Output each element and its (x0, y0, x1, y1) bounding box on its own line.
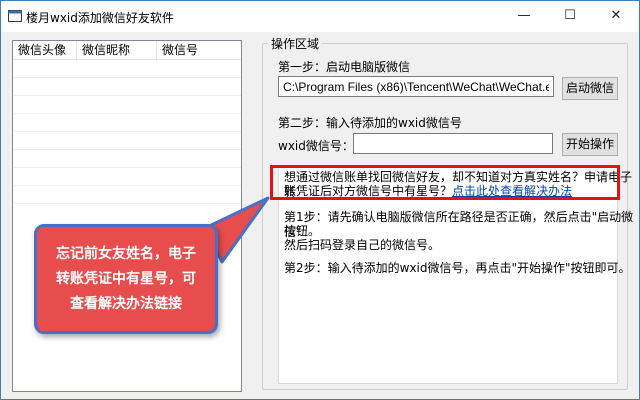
callout-text: 忘记前女友姓名，电子 转账凭证中有星号，可 查看解决办法链接 (44, 242, 208, 317)
callout-arrow (203, 196, 270, 264)
callout-line2: 转账凭证中有星号，可 (56, 271, 196, 287)
callout-line1: 忘记前女友姓名，电子 (56, 246, 196, 262)
callout-line3: 查看解决办法链接 (70, 296, 182, 312)
